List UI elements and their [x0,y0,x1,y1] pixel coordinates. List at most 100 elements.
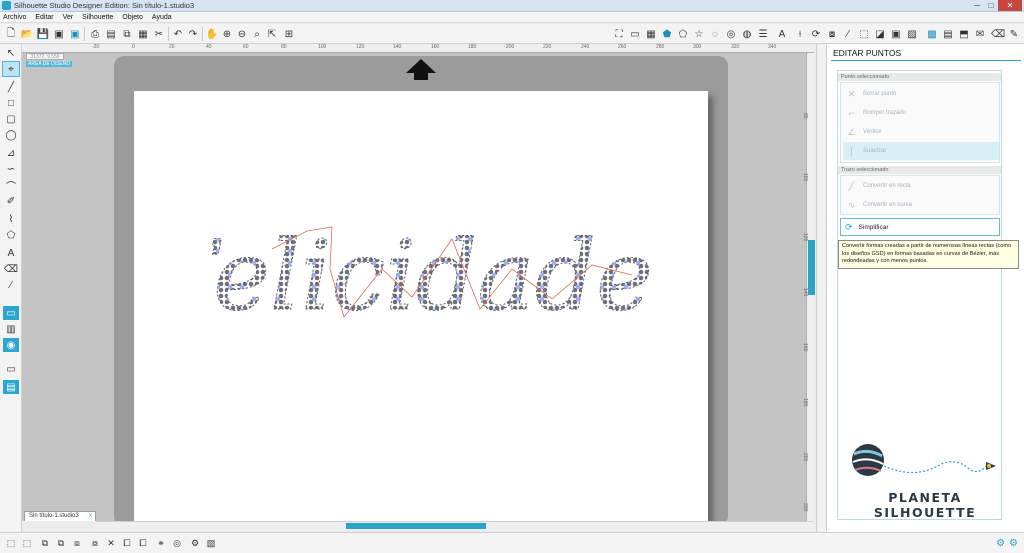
point-edit-icon[interactable]: ⌖ [2,61,20,77]
deselect-icon[interactable]: ⬚ [20,537,34,550]
library-icon[interactable]: ▩ [925,27,939,41]
print-icon[interactable]: ⎙ [88,27,102,41]
polygon-tool-icon[interactable]: ⊿ [3,146,19,160]
image-effects-icon[interactable]: ▨ [905,27,919,41]
color-fill-icon[interactable]: ◍ [740,27,754,41]
knife-icon[interactable]: ⁄ [841,27,855,41]
smooth-freehand-icon[interactable]: ⌇ [3,212,19,226]
menu-editar[interactable]: Editar [35,14,53,21]
line-tool-icon[interactable]: ╱ [3,80,19,94]
delete-point-button[interactable]: ✕ Borrar punto [843,85,999,103]
knife-tool-icon[interactable]: ⁄ [3,278,19,292]
text-style-icon[interactable]: A [775,27,789,41]
pentagon-icon[interactable]: ⬟ [660,27,674,41]
rounded-rectangle-icon[interactable]: ▢ [3,112,19,126]
sketch-icon[interactable]: ▧ [204,537,218,550]
cut-settings-icon[interactable]: ⬒ [957,27,971,41]
new-document-icon[interactable]: 🗋 [4,27,18,41]
save-library-icon[interactable]: ▣ [52,27,66,41]
bring-front-icon[interactable]: ⧠ [136,537,150,550]
release-compound-icon[interactable]: ⧇ [88,537,102,550]
simplify-button[interactable]: ⟳ Simplificar [840,218,1000,236]
rectangle-tool-icon[interactable]: □ [3,96,19,110]
menu-silhouette[interactable]: Silhouette [82,14,113,21]
smooth-button[interactable]: ∫ Suavizar [843,142,999,160]
paste-icon[interactable]: ▦ [136,27,150,41]
trace-icon[interactable]: ◎ [724,27,738,41]
maximize-button[interactable]: □ [984,0,998,11]
undo-icon[interactable]: ↶ [171,27,185,41]
layers-icon[interactable]: ▣ [889,27,903,41]
eraser-tool-icon[interactable]: ⌫ [3,262,19,276]
grid-icon[interactable]: ▦ [644,27,658,41]
align-icon[interactable]: ⟊ [793,27,807,41]
lines-icon[interactable]: ☰ [756,27,770,41]
select-all-icon[interactable]: ⬚ [4,537,18,550]
eraser-icon[interactable]: ⌫ [991,27,1005,41]
horizontal-scrollbar[interactable] [96,521,814,530]
save-icon[interactable]: 💾 [36,27,50,41]
break-path-button[interactable]: ⌐ Romper trazado [843,104,999,122]
zoom-drag-icon[interactable]: ⇱ [265,27,279,41]
offset-icon[interactable]: ◌ [708,27,722,41]
fill-panel-icon[interactable]: ⛶ [612,27,626,41]
rotate-icon[interactable]: ⟳ [809,27,823,41]
convert-to-line-button[interactable]: ╱ Convertir en recta [843,177,999,195]
globe-icon[interactable]: ◉ [3,338,19,352]
copy-icon[interactable]: ⧉ [120,27,134,41]
replicate-icon[interactable]: ⧇ [825,27,839,41]
close-button[interactable]: ✕ [998,0,1022,11]
send-to-cutter-icon[interactable]: ▤ [104,27,118,41]
text-tool-icon[interactable]: A [3,246,19,260]
preferences-gear-icon[interactable]: ⚙ [1009,538,1018,549]
store-icon[interactable]: ▤ [941,27,955,41]
redo-icon[interactable]: ↷ [186,27,200,41]
page-setup-icon[interactable]: ▭ [3,306,19,320]
split-view-icon[interactable]: ▤ [3,380,19,394]
line-style-icon[interactable]: ▭ [628,27,642,41]
curve-tool-icon[interactable]: ∽ [3,162,19,176]
pan-hand-icon[interactable]: ✋ [205,27,219,41]
ungroup-icon[interactable]: ⧉ [54,537,68,550]
freehand-tool-icon[interactable]: ✐ [3,194,19,208]
zoom-out-icon[interactable]: ⊖ [235,27,249,41]
document-tab-close-icon[interactable]: x [89,512,92,521]
fit-to-window-icon[interactable]: ⊞ [282,27,296,41]
menu-ver[interactable]: Ver [63,14,74,21]
vertex-button[interactable]: ∠ Vértice [843,123,999,141]
arc-tool-icon[interactable]: ⌒ [3,178,19,193]
send-icon[interactable]: ✉ [973,27,987,41]
group-icon[interactable]: ⧉ [38,537,52,550]
duplicate-icon[interactable]: ⧠ [120,537,134,550]
minimize-button[interactable]: ─ [970,0,984,11]
pencil-icon[interactable]: ✎ [1007,27,1021,41]
cut-icon[interactable]: ✂ [152,27,166,41]
horizontal-scroll-thumb[interactable] [346,523,486,529]
pen-tool-icon[interactable]: ⬠ [3,228,19,242]
shape-icon[interactable]: ⬠ [676,27,690,41]
delete-icon[interactable]: ✕ [104,537,118,550]
trace-icon-bottom[interactable]: ⚙ [188,537,202,550]
window-view-icon[interactable]: ▭ [3,362,19,376]
star-icon[interactable]: ☆ [692,27,706,41]
vertical-scroll-thumb[interactable] [808,240,815,295]
menu-archivo[interactable]: Archivo [3,14,26,21]
save-as-icon[interactable]: ▣ [68,27,82,41]
offset-icon-bottom[interactable]: ◎ [170,537,184,550]
ellipse-tool-icon[interactable]: ◯ [3,128,19,142]
open-folder-icon[interactable]: 📂 [20,27,34,41]
compound-path-icon[interactable]: ⧈ [70,537,84,550]
modify-icon[interactable]: ◪ [873,27,887,41]
zoom-in-icon[interactable]: ⊕ [220,27,234,41]
design-canvas[interactable]: 31372, 9,550 ÁREA DE DISEÑO Felicidades … [22,53,806,521]
settings-gear-icon[interactable]: ⚙ [996,538,1005,549]
design-felicidades[interactable]: Felicidades Felicidades [212,209,652,339]
transform-icon[interactable]: ⬚ [857,27,871,41]
menu-ayuda[interactable]: Ayuda [152,14,172,21]
registration-marks-icon[interactable]: ▥ [3,322,19,336]
menu-objeto[interactable]: Objeto [122,14,143,21]
convert-to-curve-button[interactable]: ∿ Convertir en curva [843,196,999,214]
weld-icon[interactable]: ⚭ [154,537,168,550]
document-tab[interactable]: Sin título-1.studio3 x [24,511,96,521]
zoom-box-icon[interactable]: ⌕ [250,27,264,41]
